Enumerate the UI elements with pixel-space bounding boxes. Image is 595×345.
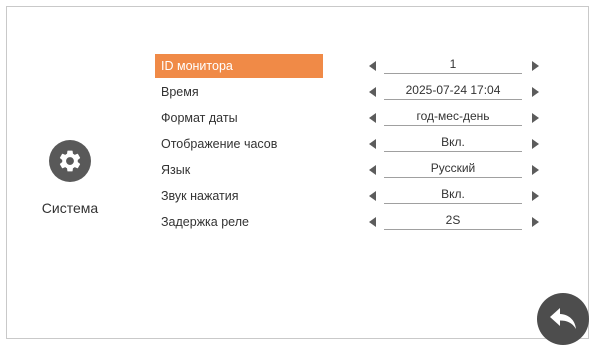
arrow-left-icon[interactable] [369, 191, 376, 201]
system-label: Система [41, 200, 99, 216]
arrow-left-icon[interactable] [369, 165, 376, 175]
setting-value: Вкл. [384, 185, 522, 204]
arrow-left-icon[interactable] [369, 87, 376, 97]
settings-list: ID монитора 1 Время 2025-07-24 17:04 Фор… [155, 53, 550, 235]
arrow-right-icon[interactable] [532, 139, 539, 149]
setting-label[interactable]: ID монитора [155, 54, 323, 78]
setting-value: 2S [384, 211, 522, 230]
setting-label[interactable]: Звук нажатия [155, 184, 323, 208]
gear-icon-graphic [59, 150, 81, 172]
back-arrow-icon [550, 308, 576, 329]
arrow-left-icon[interactable] [369, 139, 376, 149]
setting-row-time[interactable]: Время 2025-07-24 17:04 [155, 79, 550, 105]
setting-label[interactable]: Отображение часов [155, 132, 323, 156]
setting-row-key-sound[interactable]: Звук нажатия Вкл. [155, 183, 550, 209]
setting-label[interactable]: Время [155, 80, 323, 104]
system-section[interactable]: Система [30, 140, 110, 216]
setting-label[interactable]: Задержка реле [155, 210, 323, 234]
setting-label[interactable]: Язык [155, 158, 323, 182]
setting-row-language[interactable]: Язык Русский [155, 157, 550, 183]
arrow-right-icon[interactable] [532, 113, 539, 123]
setting-value: 1 [384, 55, 522, 74]
setting-value: Вкл. [384, 133, 522, 152]
setting-row-date-format[interactable]: Формат даты год-мес-день [155, 105, 550, 131]
setting-row-clock-display[interactable]: Отображение часов Вкл. [155, 131, 550, 157]
arrow-left-icon[interactable] [369, 217, 376, 227]
setting-value: 2025-07-24 17:04 [384, 81, 522, 100]
setting-value: год-мес-день [384, 107, 522, 126]
gear-icon[interactable] [49, 140, 91, 182]
setting-row-relay-delay[interactable]: Задержка реле 2S [155, 209, 550, 235]
arrow-right-icon[interactable] [532, 87, 539, 97]
setting-row-monitor-id[interactable]: ID монитора 1 [155, 53, 550, 79]
arrow-right-icon[interactable] [532, 191, 539, 201]
arrow-left-icon[interactable] [369, 61, 376, 71]
back-button[interactable] [537, 293, 589, 345]
arrow-right-icon[interactable] [532, 61, 539, 71]
arrow-right-icon[interactable] [532, 217, 539, 227]
setting-label[interactable]: Формат даты [155, 106, 323, 130]
setting-value: Русский [384, 159, 522, 178]
arrow-right-icon[interactable] [532, 165, 539, 175]
arrow-left-icon[interactable] [369, 113, 376, 123]
